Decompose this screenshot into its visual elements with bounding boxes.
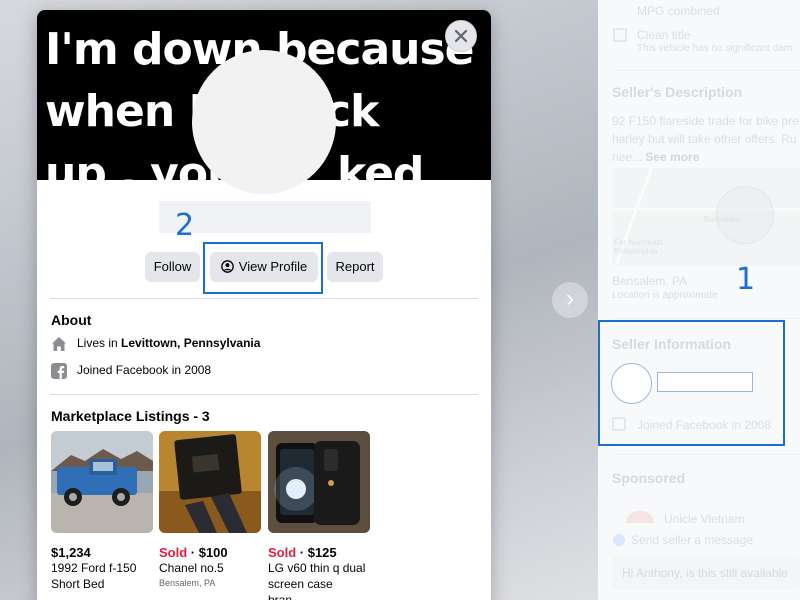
listing-photo[interactable] [159, 431, 261, 533]
lives-in-prefix: Lives in [77, 336, 122, 350]
sponsored-heading: Sponsored [612, 470, 686, 486]
listing-item[interactable]: $1,234 1992 Ford f-150 Short Bed [51, 431, 153, 592]
listing-title: LG v60 thin q dual screen case bran... [268, 561, 366, 600]
report-button[interactable]: Report [327, 252, 383, 282]
price-value: · $100 [187, 545, 228, 560]
joined-row: Joined Facebook in 2008 [51, 362, 212, 379]
listing-photo[interactable] [268, 431, 370, 533]
map-label-town: Bensalem [704, 215, 740, 224]
divider [50, 298, 478, 299]
listing-location: Bensalem, PA [159, 578, 216, 588]
description-heading: Seller's Description [612, 84, 743, 100]
close-button[interactable] [445, 20, 477, 52]
annotation-step-2: 2 [175, 208, 195, 243]
description-text: 92 F150 flareside trade for bike pre har… [612, 112, 800, 166]
divider [612, 454, 800, 455]
location-map[interactable]: Bensalem Far Northeast Philadelphia [612, 168, 800, 266]
annotation-box-seller-info [598, 320, 785, 446]
profile-preview-card: I'm down because when I ck up , you ked … [37, 10, 491, 600]
sold-label: Sold [268, 545, 297, 560]
sold-label: Sold [159, 545, 188, 560]
profile-avatar[interactable] [192, 50, 336, 194]
listing-item[interactable]: Sold · $100 Chanel no.5 Bensalem, PA [159, 431, 261, 588]
clean-title-sub: This vehicle has no significant dam [637, 43, 793, 54]
listing-price: Sold · $100 [159, 545, 261, 560]
send-message-label: Send seller a message [631, 533, 754, 547]
divider [612, 318, 800, 319]
listing-title: 1992 Ford f-150 Short Bed [51, 561, 137, 591]
location-text: Bensalem, PA [612, 274, 688, 288]
next-photo-button[interactable]: › [552, 282, 588, 318]
cover-text: ked [337, 148, 424, 180]
message-input[interactable]: Hi Anthony, is this still available [612, 556, 800, 590]
lives-in-row: Lives in Levittown, Pennsylvania [51, 335, 260, 351]
listings-heading: Marketplace Listings - 3 [51, 408, 210, 424]
map-label-area: Far Northeast Philadelphia [614, 238, 663, 256]
listing-title: Chanel no.5 [159, 561, 224, 575]
price-value: $1,234 [51, 545, 91, 560]
location-note: Location is approximate [612, 290, 718, 301]
listing-price: $1,234 [51, 545, 153, 560]
follow-button[interactable]: Follow [145, 252, 200, 282]
lives-in-city[interactable]: Levittown, Pennsylvania [121, 336, 260, 350]
joined-text: Joined Facebook in 2008 [77, 363, 212, 377]
clean-title: Clean title [637, 28, 691, 42]
title-icon [613, 28, 627, 42]
annotation-box-view-profile [203, 242, 323, 294]
sponsor-name[interactable]: Unicle Vietnam [664, 512, 744, 526]
mpg-label: MPG combined [637, 4, 720, 18]
messenger-icon [613, 534, 625, 546]
facebook-icon [51, 362, 67, 379]
listing-price: Sold · $125 [268, 545, 370, 560]
close-icon [454, 29, 468, 43]
description-body: 92 F150 flareside trade for bike pre har… [612, 114, 799, 164]
see-more-link[interactable]: See more [645, 150, 699, 164]
chevron-right-icon: › [566, 285, 574, 312]
divider [612, 70, 800, 71]
cover-text: when I [45, 86, 205, 137]
listing-photo[interactable] [51, 431, 153, 533]
about-heading: About [51, 312, 92, 328]
divider [50, 394, 478, 395]
listing-item[interactable]: Sold · $125 LG v60 thin q dual screen ca… [268, 431, 370, 600]
price-value: · $125 [296, 545, 337, 560]
home-icon [52, 336, 66, 351]
annotation-step-1: 1 [736, 262, 756, 297]
